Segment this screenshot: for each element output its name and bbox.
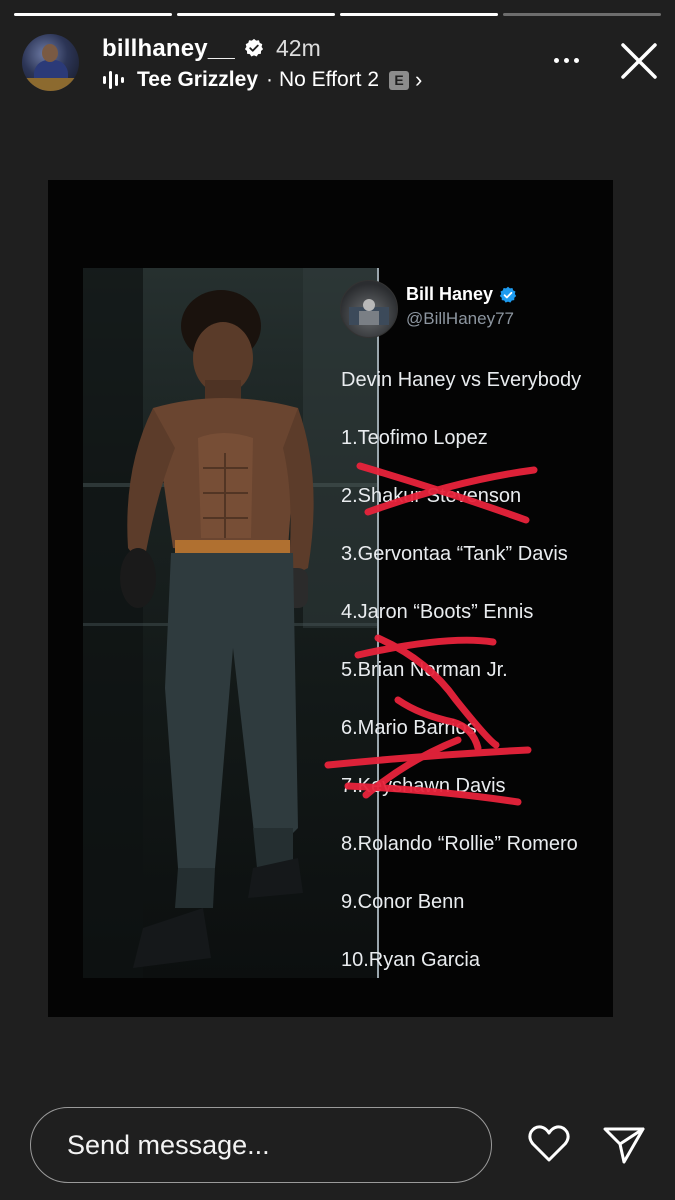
audio-bars-icon [103, 70, 125, 90]
list-item: 5.Brian Norman Jr. [341, 659, 508, 681]
post-headline: Devin Haney vs Everybody [341, 369, 582, 391]
story-timestamp: 42m [276, 35, 321, 61]
close-icon[interactable] [618, 40, 660, 82]
heart-icon[interactable] [527, 1124, 571, 1164]
verified-badge-icon [244, 38, 264, 57]
send-icon[interactable] [602, 1124, 646, 1166]
list-item: 1.Teofimo Lopez [341, 427, 488, 449]
list-item: 7.Keyshawn Davis [341, 775, 506, 797]
explicit-badge: E [389, 70, 409, 90]
story-progress-bar [14, 13, 661, 16]
list-item: 9.Conor Benn [341, 891, 465, 913]
post-author-name: Bill Haney [406, 284, 494, 304]
music-separator: · [266, 68, 273, 91]
more-options-icon[interactable] [549, 48, 585, 72]
list-item: 10.Ryan Garcia [341, 949, 480, 971]
list-item: 3.Gervontaa “Tank” Davis [341, 543, 568, 565]
profile-avatar[interactable] [22, 34, 79, 91]
verified-badge-icon [499, 286, 517, 303]
list-item: 8.Rolando “Rollie” Romero [341, 833, 578, 855]
story-progress-segment [177, 13, 335, 16]
chevron-right-icon: › [415, 67, 423, 92]
story-progress-segment [14, 13, 172, 16]
send-message-placeholder: Send message... [67, 1130, 270, 1160]
story-media[interactable]: Bill Haney @BillHaney77 Devin Haney vs E… [48, 180, 613, 1017]
boxer-photo [83, 268, 378, 978]
list-item: 6.Mario Barrios [341, 717, 477, 739]
story-progress-segment [503, 13, 661, 16]
post-author-avatar [340, 280, 398, 338]
music-artist: Tee Grizzley [137, 68, 258, 91]
story-header: billhaney__ 42m Tee Grizzley · No Effort… [0, 30, 675, 100]
send-message-input[interactable]: Send message... [30, 1107, 492, 1183]
music-attribution[interactable]: Tee Grizzley · No Effort 2 E › [103, 66, 422, 94]
music-track: No Effort 2 [279, 68, 379, 91]
story-progress-segment [340, 13, 498, 16]
list-item: 4.Jaron “Boots” Ennis [341, 601, 534, 623]
post-author-handle: @BillHaney77 [406, 309, 514, 328]
username[interactable]: billhaney__ [102, 35, 235, 63]
list-item: 2.Shakur Stevenson [341, 485, 522, 507]
